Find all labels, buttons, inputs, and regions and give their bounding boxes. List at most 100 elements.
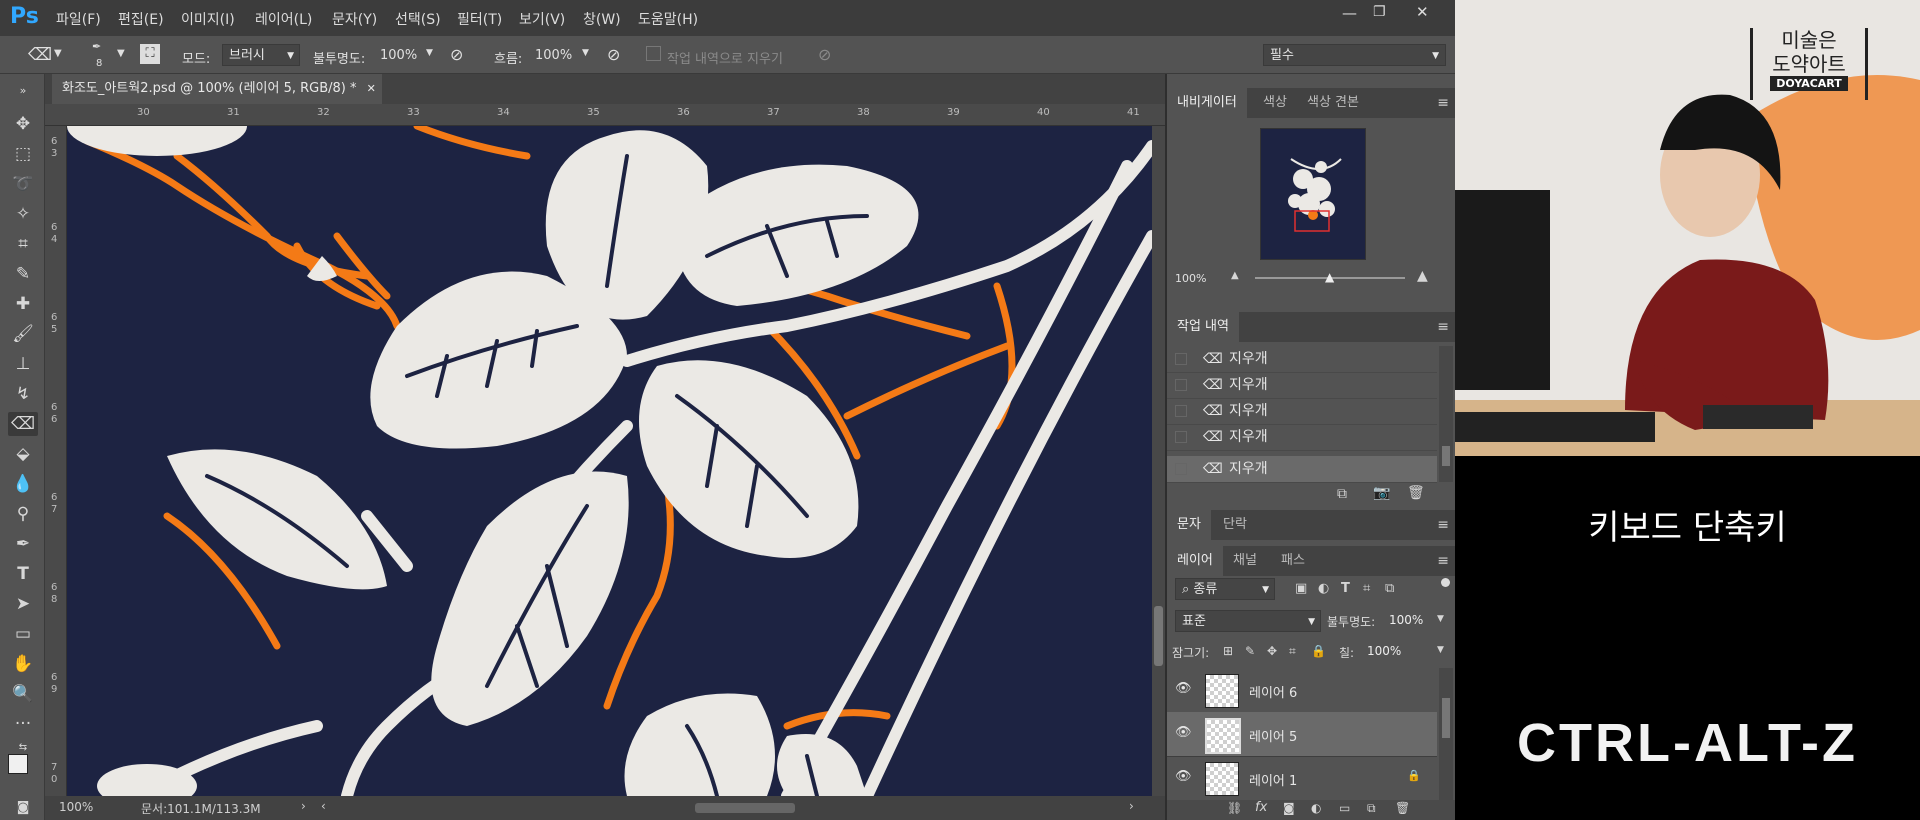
mode-dropdown[interactable]: 브러시 ▼ xyxy=(222,44,300,66)
eyedropper-tool-icon[interactable]: ✎ xyxy=(8,262,38,286)
tab-layers[interactable]: 레이어 xyxy=(1167,546,1223,576)
type-tool-icon[interactable]: T xyxy=(8,562,38,586)
quick-select-tool-icon[interactable]: ✧ xyxy=(8,202,38,226)
minimize-button[interactable]: — xyxy=(1342,4,1357,22)
tab-history[interactable]: 작업 내역 xyxy=(1167,312,1239,342)
chevron-down-icon[interactable]: ▼ xyxy=(1437,614,1444,624)
eraser-tool-icon[interactable]: ⌫ xyxy=(8,412,38,436)
collapse-icon[interactable]: » xyxy=(8,84,38,98)
close-button[interactable]: ✕ xyxy=(1416,3,1429,21)
navigator-zoom[interactable]: 100% xyxy=(1175,272,1206,285)
tab-color[interactable]: 색상 xyxy=(1253,88,1297,118)
chevron-down-icon[interactable]: ▼ xyxy=(582,48,589,58)
adjustment-layer-icon[interactable]: ◐ xyxy=(1311,801,1321,815)
layer-row[interactable]: 👁 레이어 6 xyxy=(1167,668,1437,713)
navigator-thumbnail[interactable] xyxy=(1260,128,1366,260)
zoom-tool-icon[interactable]: 🔍 xyxy=(8,682,38,706)
history-brush-tool-icon[interactable]: ↯ xyxy=(8,382,38,406)
healing-tool-icon[interactable]: ✚ xyxy=(8,292,38,316)
menu-window[interactable]: 창(W) xyxy=(583,9,621,29)
zoom-level[interactable]: 100% xyxy=(59,800,93,814)
trash-icon[interactable]: 🗑 xyxy=(1395,801,1410,815)
blend-mode-dropdown[interactable]: 표준 ▼ xyxy=(1175,610,1321,632)
history-snapshot-box[interactable] xyxy=(1175,431,1187,443)
pen-tool-icon[interactable]: ✒ xyxy=(8,532,38,556)
airbrush-icon[interactable]: ⊘ xyxy=(607,45,620,64)
horizontal-scroll-thumb[interactable] xyxy=(695,803,795,813)
stamp-tool-icon[interactable]: ⊥ xyxy=(8,352,38,376)
zoom-in-icon[interactable]: ▲ xyxy=(1417,268,1428,284)
type-filter-icon[interactable]: T xyxy=(1341,581,1350,596)
fill-value[interactable]: 100% xyxy=(1367,644,1401,658)
menu-image[interactable]: 이미지(I) xyxy=(181,9,235,29)
history-item-selected[interactable]: ⌫ 지우개 xyxy=(1167,456,1437,483)
crop-tool-icon[interactable]: ⌗ xyxy=(8,232,38,256)
move-tool-icon[interactable]: ✥ xyxy=(8,112,38,136)
tab-swatches[interactable]: 색상 견본 xyxy=(1297,88,1369,118)
tab-character[interactable]: 문자 xyxy=(1167,510,1211,540)
tab-paths[interactable]: 패스 xyxy=(1271,546,1315,576)
dodge-tool-icon[interactable]: ⚲ xyxy=(8,502,38,526)
layer-row[interactable]: 👁 레이어 1 🔒 xyxy=(1167,756,1437,800)
folder-icon[interactable]: ▭ xyxy=(1339,801,1350,815)
adjustment-filter-icon[interactable]: ◐ xyxy=(1318,581,1329,596)
pixel-filter-icon[interactable]: ▣ xyxy=(1295,581,1307,596)
eye-icon[interactable]: 👁 xyxy=(1175,769,1192,784)
paint-bucket-tool-icon[interactable]: ⬙ xyxy=(8,442,38,466)
document-tab[interactable]: 화조도_아트웍2.psd @ 100% (레이어 5, RGB/8) * ✕ xyxy=(52,74,382,104)
smart-object-filter-icon[interactable]: ⧉ xyxy=(1385,581,1394,596)
history-item[interactable]: ⌫ 지우개 xyxy=(1167,398,1437,425)
chevron-down-icon[interactable]: ▼ xyxy=(117,48,125,59)
menu-type[interactable]: 문자(Y) xyxy=(332,9,377,29)
scroll-thumb[interactable] xyxy=(1442,698,1450,738)
maximize-button[interactable]: ❐ xyxy=(1373,4,1386,20)
brush-tool-icon[interactable]: 🖌 xyxy=(8,322,38,346)
marquee-tool-icon[interactable]: ⬚ xyxy=(8,142,38,166)
lock-position-icon[interactable]: ✥ xyxy=(1267,644,1277,658)
history-item[interactable]: ⌫ 지우개 xyxy=(1167,424,1437,451)
eraser-tool-icon[interactable]: ⌫ xyxy=(28,45,52,65)
blur-tool-icon[interactable]: 💧 xyxy=(8,472,38,496)
brush-panel-icon[interactable]: ⛶ xyxy=(140,44,160,64)
chevron-left-icon[interactable]: ‹ xyxy=(321,799,326,813)
tab-channels[interactable]: 채널 xyxy=(1223,546,1267,576)
fx-icon[interactable]: fx xyxy=(1255,800,1267,815)
menu-layer[interactable]: 레이어(L) xyxy=(255,9,312,29)
tab-paragraph[interactable]: 단락 xyxy=(1213,510,1257,540)
layer-filter-dropdown[interactable]: ⌕ 종류 ▼ xyxy=(1175,578,1275,600)
menu-edit[interactable]: 편집(E) xyxy=(118,9,164,29)
layer-mask-icon[interactable]: ◙ xyxy=(1283,801,1295,815)
history-item[interactable]: ⌫ 지우개 xyxy=(1167,346,1437,373)
zoom-out-icon[interactable]: ▲ xyxy=(1231,270,1239,281)
lock-transparent-icon[interactable]: ⊞ xyxy=(1223,644,1233,658)
vertical-scrollbar[interactable] xyxy=(1152,126,1165,796)
lock-image-icon[interactable]: ✎ xyxy=(1245,644,1255,658)
menu-select[interactable]: 선택(S) xyxy=(395,9,441,29)
panel-menu-icon[interactable]: ≡ xyxy=(1437,95,1449,111)
layer-opacity-value[interactable]: 100% xyxy=(1389,613,1423,627)
pressure-size-icon[interactable]: ⊘ xyxy=(818,45,831,64)
link-layers-icon[interactable]: ⛓ xyxy=(1227,801,1242,815)
eye-icon[interactable]: 👁 xyxy=(1175,725,1192,740)
trash-icon[interactable]: 🗑 xyxy=(1407,485,1425,501)
layers-scrollbar[interactable] xyxy=(1439,668,1453,800)
eye-icon[interactable]: 👁 xyxy=(1175,681,1192,696)
chevron-right-icon[interactable]: › xyxy=(1129,799,1134,813)
quick-mask-icon[interactable]: ◙ xyxy=(8,796,38,820)
chevron-down-icon[interactable]: ▼ xyxy=(1437,645,1444,655)
history-snapshot-box[interactable] xyxy=(1175,379,1187,391)
chevron-right-icon[interactable]: › xyxy=(301,799,306,813)
lock-artboard-icon[interactable]: ⌗ xyxy=(1289,644,1296,659)
document-canvas[interactable] xyxy=(67,126,1152,796)
menu-view[interactable]: 보기(V) xyxy=(519,9,565,29)
history-erase-checkbox[interactable] xyxy=(646,46,661,61)
path-select-tool-icon[interactable]: ➤ xyxy=(8,592,38,616)
hand-tool-icon[interactable]: ✋ xyxy=(8,652,38,676)
more-tools-icon[interactable]: ··· xyxy=(8,712,38,736)
rectangle-tool-icon[interactable]: ▭ xyxy=(8,622,38,646)
camera-icon[interactable]: 📷 xyxy=(1373,485,1390,501)
history-snapshot-box[interactable] xyxy=(1175,463,1187,475)
chevron-down-icon[interactable]: ▼ xyxy=(426,48,433,58)
chevron-down-icon[interactable]: ▼ xyxy=(54,48,62,59)
flow-value[interactable]: 100% xyxy=(535,48,572,63)
